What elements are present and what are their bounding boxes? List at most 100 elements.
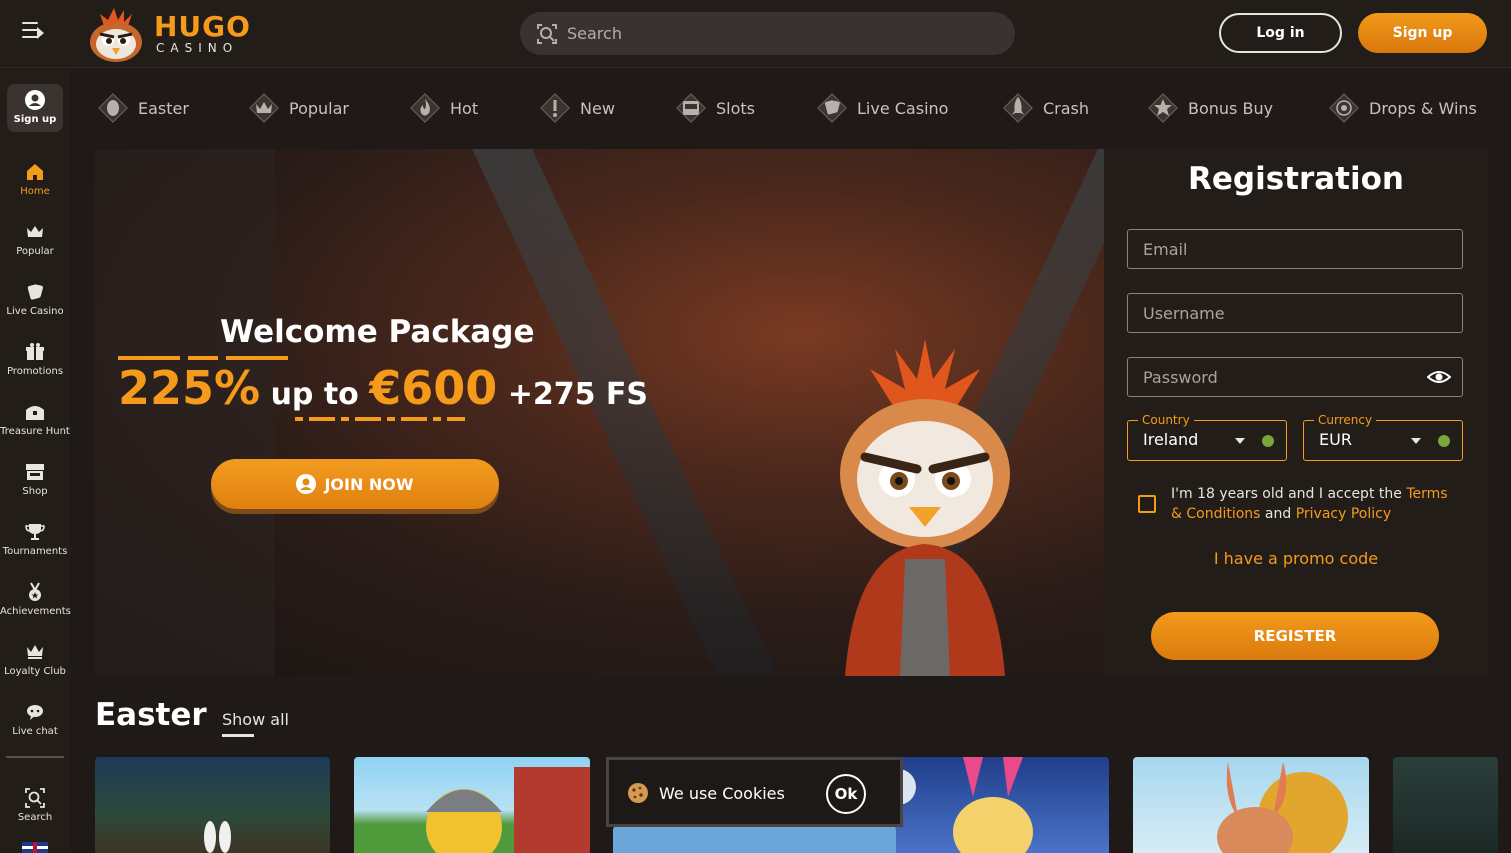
sidebar-item-label: Live Casino [6, 306, 64, 317]
sidebar-item-label: Promotions [6, 366, 64, 377]
country-label: Country [1138, 413, 1194, 427]
game-thumbnail[interactable] [873, 757, 1109, 853]
sidebar-signup-button[interactable]: Sign up [7, 84, 63, 132]
category-hot[interactable]: Hot [408, 90, 478, 126]
game-thumbnail[interactable] [613, 826, 896, 853]
bunny-ears-icon [204, 821, 231, 853]
crown-icon [27, 226, 43, 237]
login-button[interactable]: Log in [1219, 13, 1342, 53]
category-label: Hot [450, 98, 479, 118]
slot-machine-icon [676, 93, 706, 123]
country-value: Ireland [1143, 430, 1199, 449]
bonus-free-spins: +275 FS [497, 377, 649, 412]
category-label: Drops & Wins [1369, 98, 1477, 118]
sidebar-item-shop[interactable]: Shop [0, 456, 70, 512]
sidebar-item-search[interactable]: Search [0, 782, 70, 838]
show-password-icon[interactable] [1427, 367, 1451, 387]
crown-icon [27, 645, 43, 659]
email-field[interactable] [1127, 229, 1463, 269]
cookie-ok-button[interactable]: Ok [826, 774, 866, 814]
hugo-casino-logo[interactable]: HUGO CASINO [84, 4, 250, 66]
rocket-icon [1003, 93, 1033, 123]
category-popular[interactable]: Popular [247, 90, 349, 126]
country-select[interactable]: Country Ireland [1127, 413, 1287, 461]
sidebar-item-achievements[interactable]: Achievements [0, 576, 71, 632]
sidebar-signup-label: Sign up [13, 114, 57, 125]
search-bar[interactable] [520, 12, 1015, 55]
bonus-amount: €600 [369, 361, 498, 415]
sidebar-item-label: Treasure Hunt [0, 426, 70, 437]
sidebar-item-promotions[interactable]: Promotions [0, 336, 70, 392]
medal-icon [29, 582, 41, 601]
category-live-casino[interactable]: Live Casino [815, 90, 948, 126]
terms-pre-text: I'm 18 years old and I accept the [1171, 486, 1407, 502]
category-label: Popular [289, 98, 349, 118]
shop-icon [26, 464, 44, 480]
sidebar-item-label: Shop [22, 486, 48, 497]
sidebar-item-home[interactable]: Home [0, 156, 70, 212]
show-all-link[interactable]: Show all [222, 710, 289, 729]
sidebar-item-label: Home [20, 186, 50, 197]
logo-bird-icon [90, 8, 142, 62]
category-drops-wins[interactable]: Drops & Wins [1327, 90, 1477, 126]
category-crash[interactable]: Crash [1001, 90, 1089, 126]
sidebar-item-label: Loyalty Club [4, 666, 66, 677]
promo-code-link[interactable]: I have a promo code [1104, 549, 1488, 568]
sidebar-item-tournaments[interactable]: Tournaments [0, 516, 70, 572]
terms-mid-text: and [1260, 506, 1296, 522]
banner-title: Welcome Package [220, 314, 535, 350]
sidebar-item-label: Tournaments [2, 546, 68, 557]
show-all-underline [222, 734, 254, 737]
currency-select[interactable]: Currency EUR [1303, 413, 1463, 461]
sidebar-item-live-casino[interactable]: Live Casino [0, 276, 70, 332]
cookie-banner: We use Cookies Ok [606, 757, 903, 827]
game-thumbnail[interactable] [1133, 757, 1369, 853]
gift-icon [26, 343, 44, 360]
signup-button[interactable]: Sign up [1358, 13, 1487, 53]
chat-icon [27, 705, 43, 720]
bonus-percent: 225% [118, 361, 261, 415]
join-now-label: JOIN NOW [324, 475, 414, 494]
privacy-link[interactable]: Privacy Policy [1296, 506, 1391, 522]
game-thumbnail[interactable] [1393, 757, 1498, 853]
category-easter[interactable]: Easter [96, 90, 189, 126]
sidebar-item-loyalty-club[interactable]: Loyalty Club [0, 636, 70, 692]
viking-character-icon [426, 767, 590, 853]
sidebar-divider [6, 756, 64, 758]
sidebar-item-label: Live chat [12, 726, 58, 737]
home-icon [27, 164, 43, 180]
register-button[interactable]: REGISTER [1151, 612, 1439, 660]
search-icon [537, 24, 557, 44]
treasure-chest-icon [26, 406, 44, 420]
category-label: Bonus Buy [1188, 98, 1274, 118]
category-bonus-buy[interactable]: Bonus Buy [1146, 90, 1273, 126]
cards-icon [27, 284, 43, 300]
menu-toggle-icon[interactable] [22, 22, 48, 44]
password-field[interactable] [1127, 357, 1463, 397]
game-thumbnail[interactable] [95, 757, 330, 853]
language-flag-icon[interactable] [22, 842, 48, 853]
search-icon [25, 788, 45, 808]
decorative-dash [118, 356, 288, 360]
category-new[interactable]: New [538, 90, 615, 126]
sidebar-item-live-chat[interactable]: Live chat [0, 696, 70, 752]
welcome-banner: Welcome Package 225% up to €600 +275 FS … [95, 149, 1104, 676]
join-now-button[interactable]: JOIN NOW [211, 459, 499, 509]
registration-panel: Registration Country Ireland Currency EU… [1104, 149, 1488, 676]
cookie-message: We use Cookies [659, 784, 785, 803]
search-input[interactable] [567, 12, 987, 55]
game-thumbnail[interactable] [354, 757, 590, 853]
username-field[interactable] [1127, 293, 1463, 333]
section-title: Easter [95, 697, 207, 733]
age-terms-checkbox[interactable] [1138, 495, 1156, 513]
flame-icon [410, 93, 440, 123]
category-slots[interactable]: Slots [674, 90, 755, 126]
sidebar-item-popular[interactable]: Popular [0, 216, 70, 272]
user-icon [296, 474, 317, 494]
bunny-character-icon [1217, 762, 1348, 853]
trophy-icon [25, 524, 45, 540]
top-bar: HUGO CASINO Log in Sign up [0, 0, 1511, 68]
sidebar-item-treasure-hunt[interactable]: Treasure Hunt [0, 396, 70, 452]
category-label: Easter [138, 98, 189, 118]
chevron-down-icon [1411, 438, 1421, 444]
